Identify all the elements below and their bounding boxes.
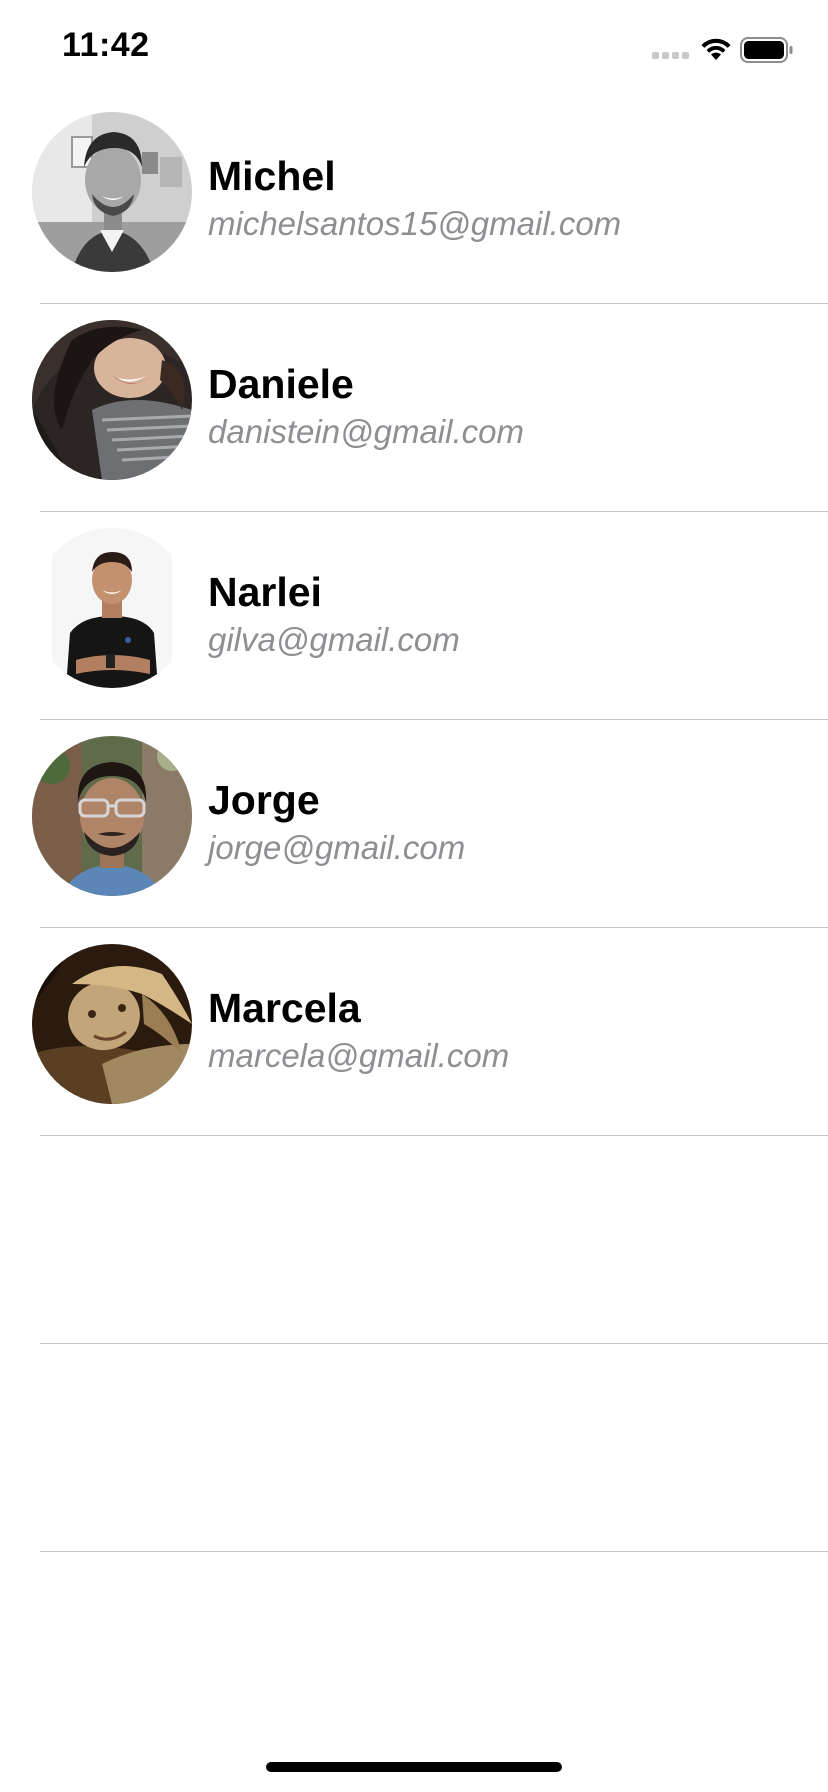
contact-name: Narlei [208, 569, 322, 615]
signal-icon [652, 52, 689, 59]
contact-email: marcela@gmail.com [208, 1037, 510, 1074]
avatar [32, 944, 192, 1104]
avatar [32, 320, 192, 480]
contact-row[interactable]: Marcela marcela@gmail.com [0, 928, 828, 1136]
contact-row[interactable]: Narlei gilva@gmail.com [0, 512, 828, 720]
contact-email: gilva@gmail.com [208, 621, 460, 658]
avatar [32, 528, 192, 688]
contact-email: danistein@gmail.com [208, 413, 524, 450]
wifi-icon [701, 38, 731, 60]
avatar [32, 736, 192, 896]
status-time: 11:42 [62, 26, 150, 64]
avatar [32, 112, 192, 272]
contact-row[interactable]: Michel michelsantos15@gmail.com [0, 96, 828, 304]
contact-name: Marcela [208, 985, 361, 1031]
contact-name: Jorge [208, 777, 320, 823]
row-separator [40, 1551, 828, 1552]
status-bar: 11:42 [0, 0, 828, 96]
contact-row[interactable]: Jorge jorge@gmail.com [0, 720, 828, 928]
empty-row [0, 1344, 828, 1552]
home-indicator[interactable] [266, 1762, 562, 1772]
contact-row[interactable]: Daniele danistein@gmail.com [0, 304, 828, 512]
empty-row [0, 1136, 828, 1344]
contact-name: Michel [208, 153, 336, 199]
battery-icon [740, 37, 793, 63]
contact-email: jorge@gmail.com [208, 829, 466, 866]
contact-email: michelsantos15@gmail.com [208, 205, 622, 242]
contact-list: Michel michelsantos15@gmail.com Daniele … [0, 96, 828, 1552]
contact-name: Daniele [208, 361, 354, 407]
